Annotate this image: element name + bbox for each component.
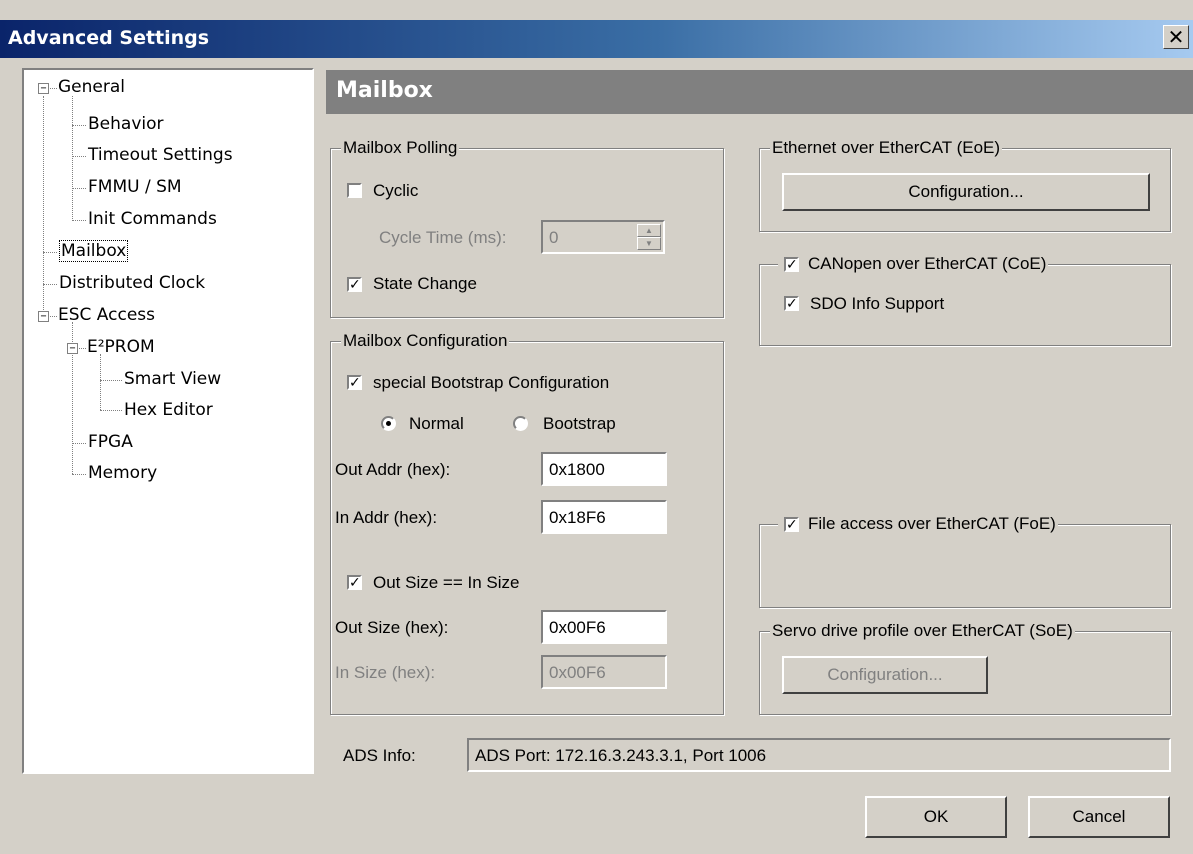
tree-item-esc-access[interactable]: ESC Access	[58, 305, 155, 325]
special-bootstrap-checkbox[interactable]: ✓	[347, 375, 362, 390]
out-size-label: Out Size (hex):	[335, 618, 449, 637]
tree-item-memory[interactable]: Memory	[88, 463, 157, 483]
mailbox-configuration-legend: Mailbox Configuration	[341, 331, 510, 351]
checkmark-icon: ✓	[786, 257, 798, 273]
cycle-time-spinner: ▲ ▼	[637, 224, 661, 250]
eoe-legend: Ethernet over EtherCAT (EoE)	[770, 138, 1003, 158]
eoe-configuration-button[interactable]: Configuration...	[782, 173, 1150, 211]
cycle-time-label: Cycle Time (ms):	[379, 228, 507, 247]
checkmark-icon: ✓	[349, 575, 361, 591]
in-addr-input[interactable]: 0x18F6	[541, 500, 667, 534]
bootstrap-label: Bootstrap	[543, 414, 616, 433]
ok-button[interactable]: OK	[865, 796, 1007, 838]
close-button[interactable]: ✕	[1163, 25, 1189, 49]
out-size-equals-in-size-label: Out Size == In Size	[373, 573, 520, 592]
spin-up-icon: ▲	[637, 224, 661, 237]
foe-legend: File access over EtherCAT (FoE)	[778, 514, 1058, 534]
cancel-button[interactable]: Cancel	[1028, 796, 1170, 838]
tree-item-fpga[interactable]: FPGA	[88, 432, 133, 452]
settings-tree[interactable]: − General Behavior Timeout Settings FMMU…	[22, 68, 314, 774]
mailbox-polling-group: Mailbox Polling Cyclic Cycle Time (ms): …	[330, 138, 724, 318]
special-bootstrap-label: special Bootstrap Configuration	[373, 373, 610, 392]
tree-item-hex-editor[interactable]: Hex Editor	[124, 400, 213, 420]
esc-collapse-icon[interactable]: −	[38, 311, 49, 322]
tree-item-mailbox[interactable]: Mailbox	[59, 240, 129, 262]
tree-item-smart-view[interactable]: Smart View	[124, 369, 221, 389]
soe-group: Servo drive profile over EtherCAT (SoE) …	[759, 621, 1171, 715]
cyclic-checkbox[interactable]	[347, 183, 362, 198]
sdo-info-checkbox[interactable]: ✓	[784, 296, 799, 311]
coe-group: CANopen over EtherCAT (CoE) ✓ ✓ SDO Info…	[759, 254, 1171, 346]
mailbox-polling-legend: Mailbox Polling	[341, 138, 460, 158]
in-size-label: In Size (hex):	[335, 663, 436, 682]
bootstrap-radio[interactable]	[513, 416, 528, 431]
out-addr-input[interactable]: 0x1800	[541, 452, 667, 486]
checkmark-icon: ✓	[786, 517, 798, 533]
cyclic-label: Cyclic	[373, 181, 419, 200]
mailbox-configuration-group: Mailbox Configuration ✓ special Bootstra…	[330, 331, 724, 715]
cycle-time-value: 0	[549, 228, 559, 247]
tree-item-general[interactable]: General	[58, 77, 125, 97]
soe-legend: Servo drive profile over EtherCAT (SoE)	[770, 621, 1075, 641]
spin-down-icon: ▼	[637, 237, 661, 250]
in-size-input: 0x00F6	[541, 655, 667, 689]
out-size-equals-in-size-checkbox[interactable]: ✓	[347, 575, 362, 590]
checkmark-icon: ✓	[349, 277, 361, 293]
sdo-info-label: SDO Info Support	[810, 294, 945, 313]
title-bar: Advanced Settings ✕	[0, 20, 1193, 58]
general-collapse-icon[interactable]: −	[38, 83, 49, 94]
state-change-checkbox[interactable]: ✓	[347, 277, 362, 292]
tree-item-distributed-clock[interactable]: Distributed Clock	[59, 273, 205, 293]
out-size-input[interactable]: 0x00F6	[541, 610, 667, 644]
ads-info-field: ADS Port: 172.16.3.243.3.1, Port 1006	[467, 738, 1171, 772]
foe-checkbox[interactable]: ✓	[784, 517, 799, 532]
checkmark-icon: ✓	[786, 296, 798, 312]
in-addr-label: In Addr (hex):	[335, 508, 438, 527]
page-header: Mailbox	[326, 70, 1193, 114]
eeprom-collapse-icon[interactable]: −	[67, 343, 78, 354]
close-icon: ✕	[1167, 25, 1185, 49]
foe-group: File access over EtherCAT (FoE) ✓	[759, 514, 1171, 608]
tree-item-eeprom[interactable]: E²PROM	[87, 337, 155, 357]
coe-legend: CANopen over EtherCAT (CoE)	[778, 254, 1049, 274]
eoe-group: Ethernet over EtherCAT (EoE) Configurati…	[759, 138, 1171, 232]
state-change-label: State Change	[373, 274, 477, 293]
tree-item-timeout-settings[interactable]: Timeout Settings	[88, 145, 233, 165]
tree-item-behavior[interactable]: Behavior	[88, 114, 164, 134]
cycle-time-spinbox: 0 ▲ ▼	[541, 220, 665, 254]
tree-item-fmmu-sm[interactable]: FMMU / SM	[88, 177, 182, 197]
tree-item-init-commands[interactable]: Init Commands	[88, 209, 217, 229]
soe-configuration-button: Configuration...	[782, 656, 988, 694]
coe-checkbox[interactable]: ✓	[784, 257, 799, 272]
page-title: Mailbox	[336, 78, 433, 103]
normal-label: Normal	[409, 414, 464, 433]
normal-radio[interactable]	[381, 416, 396, 431]
out-addr-label: Out Addr (hex):	[335, 460, 451, 479]
checkmark-icon: ✓	[349, 375, 361, 391]
window-title: Advanced Settings	[8, 27, 210, 49]
ads-info-label: ADS Info:	[343, 746, 416, 765]
